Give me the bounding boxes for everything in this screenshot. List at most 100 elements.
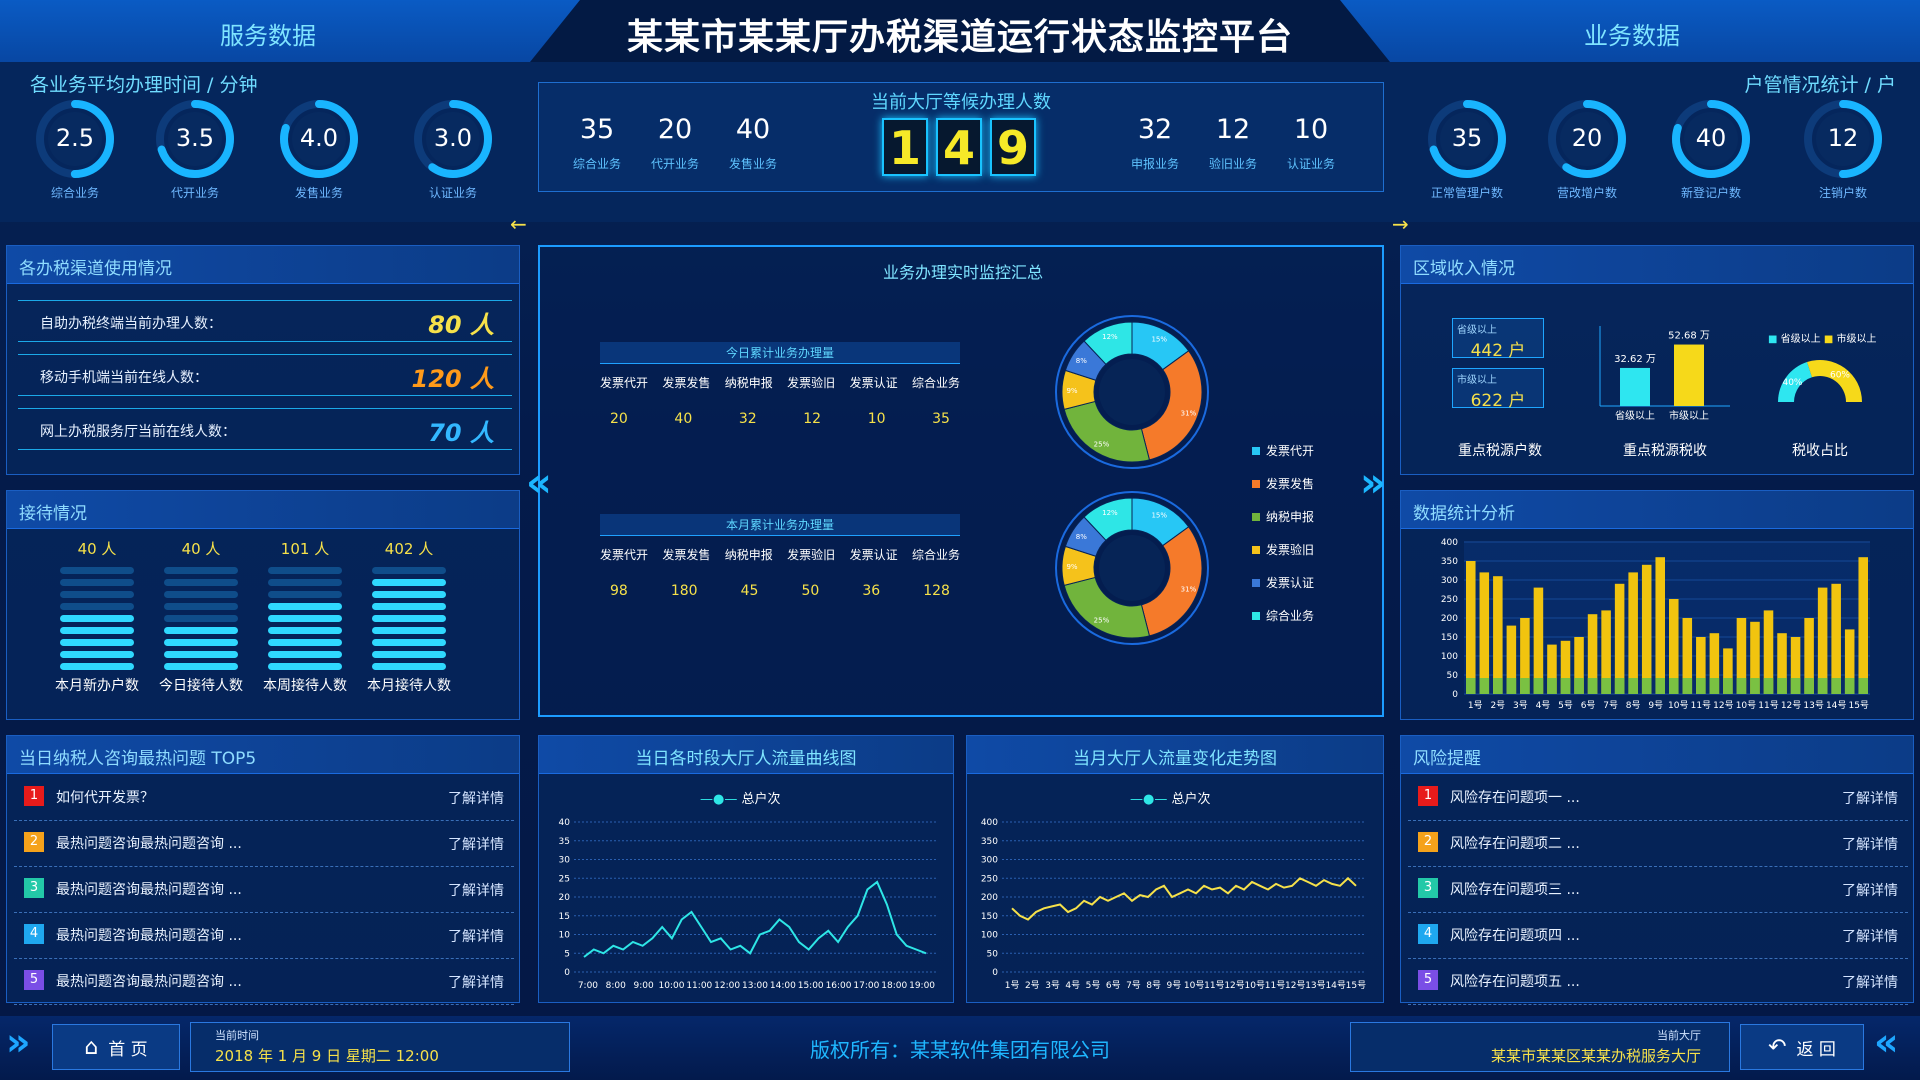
x-tick-label: 3号 [1513,700,1528,711]
hourly-legend: —●— 总户次 [700,788,781,807]
y-tick-label: 50 [987,949,999,959]
y-tick-label: 50 [1447,671,1459,681]
list-item[interactable]: 2 风险存在问题项二 ... 了解详情 [1408,822,1908,867]
y-tick-label: 300 [981,856,998,866]
month-summary: 本月累计业务办理量 发票代开 发票发售 纳税申报 发票验旧 发票认证 综合业务 … [600,514,960,599]
waiting-left-stats: 35 综合业务 20 代开业务 40 发售业务 [558,114,792,172]
reception-bar-segment [60,663,134,670]
x-tick-label: 12号 [1224,980,1244,991]
x-tick-label: 14号 [1325,980,1345,991]
gauge-item: 40 新登记户数 [1670,98,1752,200]
list-item[interactable]: 2 最热问题咨询最热问题咨询 ... 了解详情 [14,822,514,867]
x-tick-label: 2号 [1490,700,1505,711]
detail-link[interactable]: 了解详情 [448,788,504,808]
next-chevron-icon[interactable]: » [1360,460,1386,506]
x-tick-label: 14号 [1826,700,1846,711]
legend-label: 发票代开 [1266,444,1315,458]
stat-value: 32 [1137,114,1173,145]
detail-link[interactable]: 了解详情 [448,880,504,900]
legend-item: 综合业务 [1252,607,1314,640]
x-tick-label: 13号 [1305,980,1325,991]
reception-bar-segment [164,651,238,658]
list-item[interactable]: 1 风险存在问题项一 ... 了解详情 [1408,776,1908,821]
detail-link[interactable]: 了解详情 [1842,788,1898,808]
y-tick-label: 100 [981,931,998,941]
list-item-text: 最热问题咨询最热问题咨询 ... [56,974,242,990]
rank-badge: 3 [24,878,44,898]
x-tick-label: 10号 [1245,980,1265,991]
reception-value: 402 人 [384,540,434,558]
list-item[interactable]: 4 风险存在问题项四 ... 了解详情 [1408,914,1908,959]
region-bar [1620,367,1650,406]
list-item[interactable]: 5 风险存在问题项五 ... 了解详情 [1408,960,1908,1005]
list-item[interactable]: 1 如何代开发票？ 了解详情 [14,776,514,821]
donut-label: 31% [1181,409,1197,417]
channel-value: 120 人 [411,365,494,393]
donut-label: 9% [1066,387,1077,395]
reception-bar-segment [372,567,446,574]
stats-bar-base [1614,678,1625,694]
reception-bar-segment [372,603,446,610]
stats-bar-base [1533,678,1544,694]
x-tick-label: 11号 [1265,980,1285,991]
reception-value: 101 人 [280,540,330,558]
x-tick-label: 10号 [1184,980,1204,991]
x-tick-label: 10号 [1668,700,1688,711]
region-box: 省级以上 442 户 [1452,318,1544,361]
arrow-left-icon[interactable]: ← [510,212,527,236]
stat-label: 认证业务 [1286,157,1335,171]
list-item-text: 风险存在问题项一 ... [1450,790,1580,806]
detail-link[interactable]: 了解详情 [448,926,504,946]
stats-bar-base [1506,678,1517,694]
reception-item: 101 人本周接待人数 [263,538,347,695]
list-item[interactable]: 3 最热问题咨询最热问题咨询 ... 了解详情 [14,868,514,913]
today-value: 40 [674,411,693,427]
donut-label: 8% [1076,533,1087,541]
detail-link[interactable]: 了解详情 [1842,880,1898,900]
column-label: 综合业务 [911,548,960,562]
today-value: 12 [803,411,822,427]
stat-item: 35 综合业务 [558,114,636,172]
reception-label: 本月新办户数 [55,678,139,694]
reception-bar-segment [268,603,342,610]
column-label: 发票代开 [600,548,649,562]
stats-bar-base [1520,678,1530,694]
gauge-label: 认证业务 [428,186,477,200]
gauge-item: 12 注销户数 [1802,98,1884,200]
x-tick-label: 10号 [1736,700,1756,711]
list-item[interactable]: 5 最热问题咨询最热问题咨询 ... 了解详情 [14,960,514,1005]
x-tick-label: 12号 [1713,700,1733,711]
list-item[interactable]: 4 最热问题咨询最热问题咨询 ... 了解详情 [14,914,514,959]
detail-link[interactable]: 了解详情 [1842,834,1898,854]
detail-link[interactable]: 了解详情 [448,972,504,992]
waiting-digit: 4 [936,118,982,176]
donut-label: 9% [1066,563,1077,571]
rank-badge: 4 [24,924,44,944]
donut-label: 12% [1102,333,1118,341]
legend-swatch [1252,513,1260,521]
stats-bar-base [1466,678,1476,694]
reception-bar-segment [372,639,446,646]
back-button[interactable]: ↶ 返 回 [1740,1024,1864,1070]
legend-item: 发票认证 [1252,574,1314,607]
today-value: 20 [610,411,628,427]
prev-chevron-icon[interactable]: « [526,460,552,506]
arrow-right-icon[interactable]: → [1392,212,1409,236]
stats-bar [1466,561,1476,694]
stat-item: 10 认证业务 [1272,114,1350,172]
stats-bar-base [1790,678,1801,694]
detail-link[interactable]: 了解详情 [448,834,504,854]
detail-link[interactable]: 了解详情 [1842,926,1898,946]
month-columns: 发票代开 发票发售 纳税申报 发票验旧 发票认证 综合业务 [600,546,960,563]
region-bar-label: 省级以上 [1615,409,1655,422]
x-tick-label: 12:00 [714,981,740,991]
detail-link[interactable]: 了解详情 [1842,972,1898,992]
x-tick-label: 14:00 [770,981,796,991]
list-item[interactable]: 3 风险存在问题项三 ... 了解详情 [1408,868,1908,913]
legend-label: 发票认证 [1266,576,1315,590]
rank-badge: 3 [1418,878,1438,898]
monthly-legend: —●— 总户次 [1130,788,1211,807]
hourly-title: 当日各时段大厅人流量曲线图 [539,736,953,774]
rank-badge: 2 [24,832,44,852]
month-value: 128 [923,583,950,599]
